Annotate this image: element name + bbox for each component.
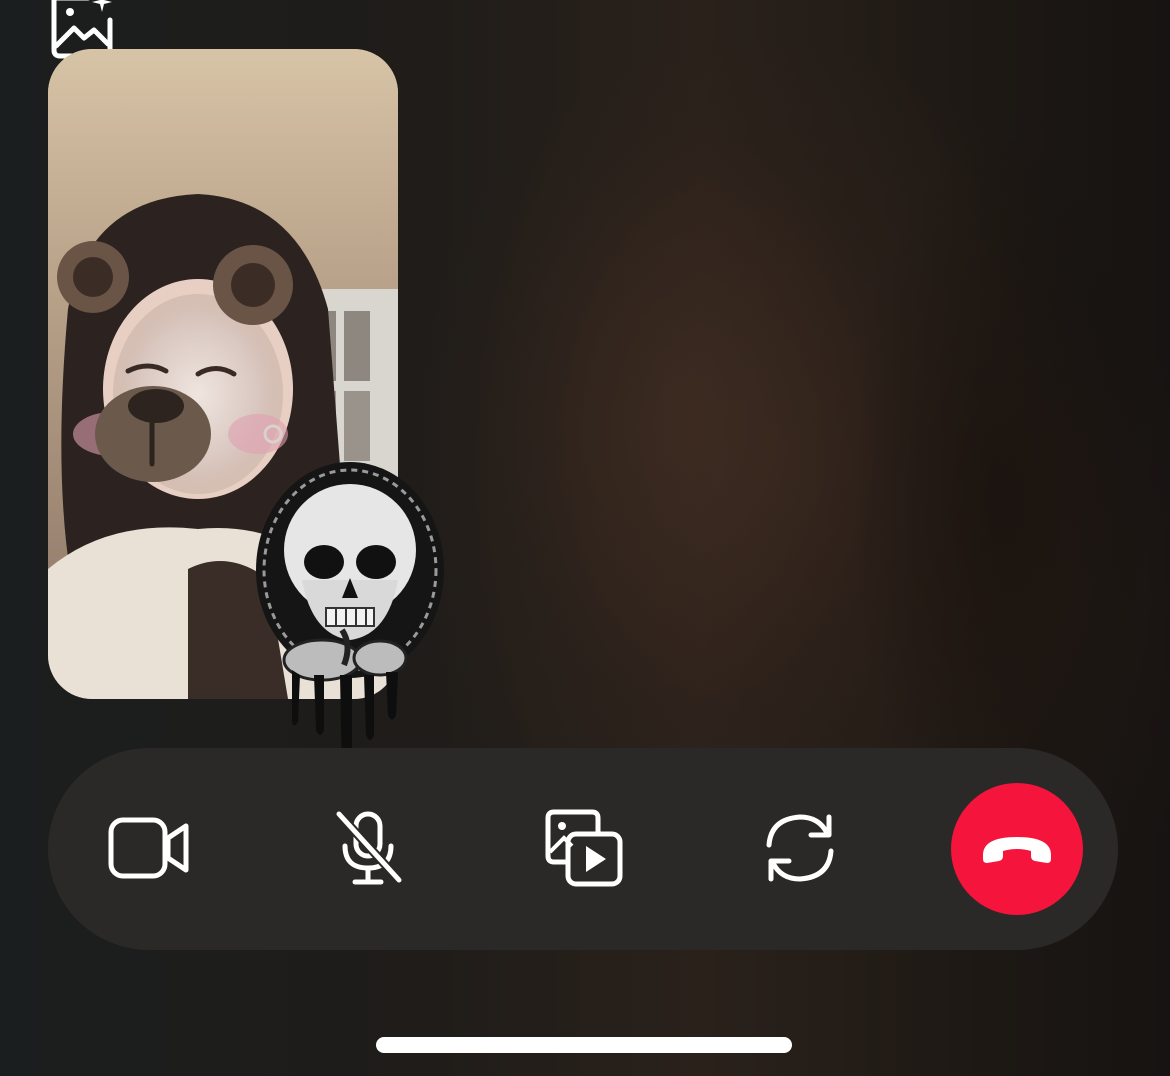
mute-button[interactable]	[308, 788, 428, 908]
skull-sticker[interactable]	[252, 460, 448, 785]
photo-video-share-icon	[545, 809, 623, 887]
share-media-button[interactable]	[524, 788, 644, 908]
end-call-button[interactable]	[951, 783, 1083, 915]
flip-camera-button[interactable]	[740, 788, 860, 908]
phone-hangup-icon	[983, 837, 1051, 863]
home-indicator[interactable]	[376, 1037, 792, 1053]
video-call-screen	[0, 0, 1170, 1076]
camera-flip-icon	[766, 814, 834, 882]
call-controls-bar	[48, 748, 1118, 950]
camera-toggle-button[interactable]	[90, 788, 210, 908]
microphone-muted-icon	[335, 810, 403, 885]
video-camera-icon	[108, 817, 189, 879]
